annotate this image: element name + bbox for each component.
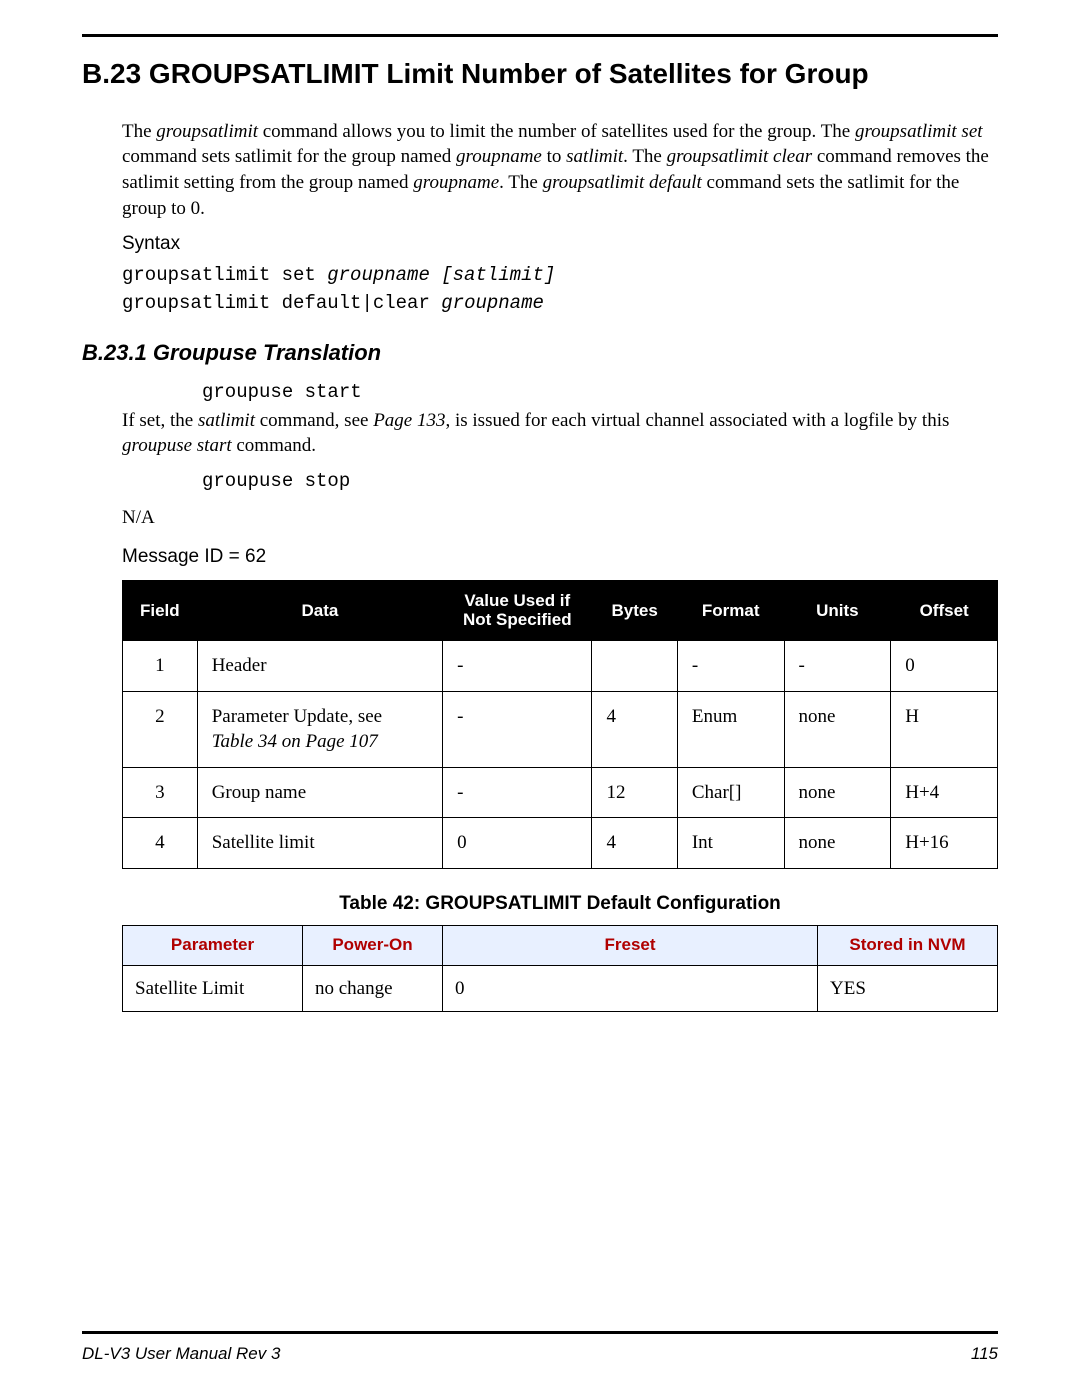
table2-caption: Table 42: GROUPSATLIMIT Default Configur… bbox=[122, 891, 998, 917]
code-groupuse-start: groupuse start bbox=[202, 380, 998, 406]
cell-field: 4 bbox=[123, 818, 198, 869]
cell-units: - bbox=[784, 640, 891, 691]
cell-data: Parameter Update, see Table 34 on Page 1… bbox=[197, 691, 442, 767]
syntax2-a: groupsatlimit default|clear bbox=[122, 292, 441, 314]
cell-freset: 0 bbox=[443, 965, 818, 1012]
intro-paragraph: The groupsatlimit command allows you to … bbox=[122, 119, 998, 222]
cell-poweron: no change bbox=[303, 965, 443, 1012]
cell-offset: 0 bbox=[891, 640, 998, 691]
groupuse-block: groupuse start If set, the satlimit comm… bbox=[122, 380, 998, 1012]
cell-field: 1 bbox=[123, 640, 198, 691]
table-row: Satellite Limit no change 0 YES bbox=[123, 965, 998, 1012]
table-header-row: Parameter Power-On Freset Stored in NVM bbox=[123, 925, 998, 965]
pA3: command, see bbox=[255, 410, 373, 431]
footer-right: 115 bbox=[971, 1343, 998, 1366]
pA6: groupuse start bbox=[122, 435, 232, 456]
syntax-label: Syntax bbox=[122, 231, 998, 257]
footer-left: DL-V3 User Manual Rev 3 bbox=[82, 1343, 280, 1366]
cell-data: Group name bbox=[197, 767, 442, 818]
th-field: Field bbox=[123, 580, 198, 640]
config-table: Parameter Power-On Freset Stored in NVM … bbox=[122, 925, 998, 1013]
cell-data-text: Satellite limit bbox=[212, 832, 315, 853]
cell-data: Header bbox=[197, 640, 442, 691]
footer-rule bbox=[82, 1331, 998, 1334]
message-id: Message ID = 62 bbox=[122, 544, 998, 570]
cell-offset: H bbox=[891, 691, 998, 767]
cell-field: 2 bbox=[123, 691, 198, 767]
cell-offset: H+16 bbox=[891, 818, 998, 869]
cell-nvm: YES bbox=[818, 965, 998, 1012]
cell-data-text: Parameter Update, see bbox=[212, 706, 382, 727]
cell-format: Enum bbox=[677, 691, 784, 767]
table-row: 1 Header - - - 0 bbox=[123, 640, 998, 691]
syntax1-b: groupname [satlimit] bbox=[327, 264, 555, 286]
cell-data-text: Group name bbox=[212, 782, 306, 803]
na-text: N/A bbox=[122, 505, 998, 531]
cell-data-text: Header bbox=[212, 655, 267, 676]
top-rule bbox=[82, 34, 998, 37]
cell-param: Satellite Limit bbox=[123, 965, 303, 1012]
cell-format: Int bbox=[677, 818, 784, 869]
th-freset: Freset bbox=[443, 925, 818, 965]
cell-data-ref: Table 34 on Page 107 bbox=[212, 731, 378, 752]
th-data: Data bbox=[197, 580, 442, 640]
field-table-body: 1 Header - - - 0 2 Parameter Update, see… bbox=[123, 640, 998, 868]
code-groupuse-stop: groupuse stop bbox=[202, 469, 998, 495]
th-nvm: Stored in NVM bbox=[818, 925, 998, 965]
page: B.23 GROUPSATLIMIT Limit Number of Satel… bbox=[0, 0, 1080, 1388]
footer: DL-V3 User Manual Rev 3 115 bbox=[82, 1343, 998, 1366]
cell-value: 0 bbox=[443, 818, 592, 869]
table-row: 3 Group name - 12 Char[] none H+4 bbox=[123, 767, 998, 818]
syntax-line-1: groupsatlimit set groupname [satlimit] bbox=[122, 263, 998, 289]
syntax2-b: groupname bbox=[441, 292, 544, 314]
cell-value: - bbox=[443, 640, 592, 691]
th-bytes: Bytes bbox=[592, 580, 677, 640]
cell-units: none bbox=[784, 691, 891, 767]
th-parameter: Parameter bbox=[123, 925, 303, 965]
field-table: Field Data Value Used if Not Specified B… bbox=[122, 580, 998, 869]
groupuse-paragraph: If set, the satlimit command, see Page 1… bbox=[122, 408, 998, 459]
cell-bytes: 4 bbox=[592, 818, 677, 869]
syntax1-a: groupsatlimit set bbox=[122, 264, 327, 286]
cell-offset: H+4 bbox=[891, 767, 998, 818]
cell-format: Char[] bbox=[677, 767, 784, 818]
table-header-row: Field Data Value Used if Not Specified B… bbox=[123, 580, 998, 640]
th-format: Format bbox=[677, 580, 784, 640]
cell-units: none bbox=[784, 767, 891, 818]
sub-heading: B.23.1 Groupuse Translation bbox=[82, 338, 998, 368]
cell-units: none bbox=[784, 818, 891, 869]
cell-format: - bbox=[677, 640, 784, 691]
pA2: satlimit bbox=[198, 410, 255, 431]
table-row: 2 Parameter Update, see Table 34 on Page… bbox=[123, 691, 998, 767]
th-units: Units bbox=[784, 580, 891, 640]
table-row: 4 Satellite limit 0 4 Int none H+16 bbox=[123, 818, 998, 869]
syntax-line-2: groupsatlimit default|clear groupname bbox=[122, 291, 998, 317]
th-offset: Offset bbox=[891, 580, 998, 640]
cell-field: 3 bbox=[123, 767, 198, 818]
th-value: Value Used if Not Specified bbox=[443, 580, 592, 640]
cell-value: - bbox=[443, 767, 592, 818]
cell-bytes bbox=[592, 640, 677, 691]
cell-bytes: 12 bbox=[592, 767, 677, 818]
cell-value: - bbox=[443, 691, 592, 767]
intro-block: The groupsatlimit command allows you to … bbox=[122, 119, 998, 316]
pA5: , is issued for each virtual channel ass… bbox=[445, 410, 949, 431]
cell-bytes: 4 bbox=[592, 691, 677, 767]
cell-data: Satellite limit bbox=[197, 818, 442, 869]
section-heading: B.23 GROUPSATLIMIT Limit Number of Satel… bbox=[82, 55, 998, 93]
pA7: command. bbox=[232, 435, 316, 456]
pA4: Page 133 bbox=[373, 410, 445, 431]
th-poweron: Power-On bbox=[303, 925, 443, 965]
pA1: If set, the bbox=[122, 410, 198, 431]
